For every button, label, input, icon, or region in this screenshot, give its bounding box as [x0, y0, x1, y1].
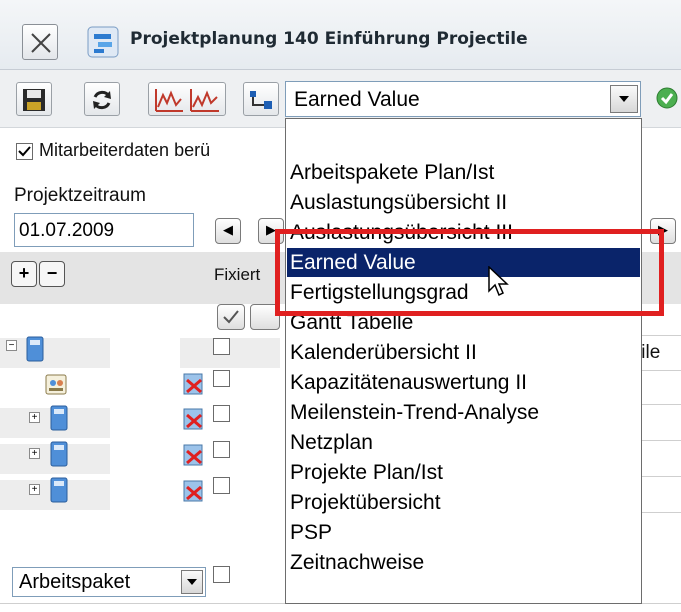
row-checkbox[interactable] [213, 566, 230, 583]
work-package-icon [50, 441, 68, 467]
save-icon [23, 89, 45, 111]
previous-period-button[interactable]: ◀ [215, 218, 241, 244]
chevron-down-icon [187, 579, 197, 585]
view-select[interactable]: Earned Value [285, 81, 641, 117]
close-x-icon [31, 33, 51, 53]
dropdown-item-arbeitspakete-plan-ist[interactable]: Arbeitspakete Plan/Ist [287, 158, 640, 187]
mitarbeiterdaten-checkbox[interactable] [16, 143, 33, 160]
expand-node-icon[interactable]: + [29, 484, 40, 495]
expand-node-icon[interactable]: + [29, 448, 40, 459]
dropdown-item-meilenstein-trend-analyse[interactable]: Meilenstein-Trend-Analyse [287, 398, 640, 427]
refresh-icon [93, 90, 111, 110]
view-select-value: Earned Value [294, 88, 420, 111]
row-checkbox[interactable] [213, 405, 230, 422]
window-title: Projektplanung 140 Einführung Projectile [130, 29, 528, 49]
delete-item-icon[interactable] [181, 443, 207, 467]
chart-compare-button[interactable] [148, 82, 226, 116]
collapse-all-button[interactable]: − [39, 261, 65, 287]
row-checkbox[interactable] [213, 338, 230, 355]
dropdown-item-projektuebersicht[interactable]: Projektübersicht [287, 488, 640, 517]
table-divider [642, 404, 681, 405]
table-divider [642, 476, 681, 477]
expand-node-icon[interactable]: + [29, 412, 40, 423]
table-divider [642, 335, 681, 336]
row-checkbox[interactable] [213, 441, 230, 458]
view-select-dropdown-list: Arbeitspakete Plan/Ist Auslastungsübersi… [285, 118, 642, 604]
mouse-cursor-icon [488, 266, 509, 297]
mitarbeiterdaten-label: Mitarbeiterdaten berü [39, 140, 211, 160]
close-button[interactable] [22, 24, 58, 60]
projektzeitraum-label: Projektzeitraum [14, 185, 146, 206]
work-package-icon [50, 477, 68, 503]
table-divider [642, 370, 681, 371]
collapse-node-icon[interactable]: − [6, 340, 17, 351]
highlight-annotation-box [275, 229, 664, 316]
check-icon [223, 310, 239, 324]
work-package-icon [50, 405, 68, 431]
delete-item-icon[interactable] [181, 407, 207, 431]
arbeitspaket-select-value: Arbeitspaket [19, 571, 131, 593]
arbeitspaket-select[interactable]: Arbeitspaket [12, 567, 206, 597]
project-book-icon [26, 336, 44, 362]
refresh-button[interactable] [84, 82, 120, 116]
expand-all-button[interactable]: + [11, 261, 37, 287]
save-button[interactable] [16, 82, 52, 116]
network-flow-button[interactable] [243, 82, 279, 116]
delete-item-icon[interactable] [181, 479, 207, 503]
triangle-left-icon: ◀ [223, 222, 233, 237]
dropdown-item-zeitnachweise[interactable]: Zeitnachweise [287, 548, 640, 577]
dropdown-item-psp[interactable]: PSP [287, 518, 640, 547]
start-date-input[interactable]: 01.07.2009 [14, 213, 194, 247]
dropdown-item-projekte-plan-ist[interactable]: Projekte Plan/Ist [287, 458, 640, 487]
view-select-dropdown-button[interactable] [610, 85, 638, 113]
dropdown-item-kapazitaetenauswertung-ii[interactable]: Kapazitätenauswertung II [287, 368, 640, 397]
checkmark-icon [18, 146, 31, 157]
team-card-icon [45, 374, 67, 395]
delete-item-icon[interactable] [181, 372, 207, 396]
dropdown-item-kalenderuebersicht-ii[interactable]: Kalenderübersicht II [287, 338, 640, 367]
green-check-icon[interactable] [655, 86, 679, 110]
chevron-down-icon [619, 96, 629, 102]
tree-row-band [180, 338, 280, 368]
row-checkbox[interactable] [213, 477, 230, 494]
row-checkbox[interactable] [213, 370, 230, 387]
fixiert-confirm-button[interactable] [217, 304, 245, 330]
table-divider [642, 512, 681, 513]
network-flow-icon [250, 91, 272, 109]
arbeitspaket-dropdown-button[interactable] [181, 570, 203, 594]
table-divider [642, 440, 681, 441]
dropdown-item-auslastungsuebersicht-ii[interactable]: Auslastungsübersicht II [287, 188, 640, 217]
chart-compare-icon [155, 89, 219, 112]
project-planning-icon [87, 26, 119, 58]
dropdown-item-netzplan[interactable]: Netzplan [287, 428, 640, 457]
title-bar: Projektplanung 140 Einführung Projectile [0, 0, 681, 70]
fixiert-label: Fixiert [214, 265, 261, 284]
